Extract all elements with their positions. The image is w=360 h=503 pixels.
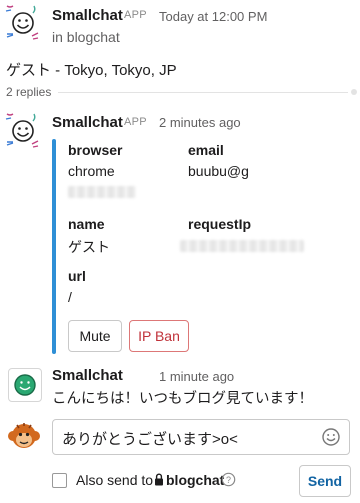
- field-label-browser: browser: [68, 142, 123, 158]
- emoji-icon[interactable]: [321, 427, 341, 452]
- also-send-label[interactable]: Also send to: [76, 472, 153, 488]
- smallchat-app-avatar[interactable]: [4, 4, 40, 40]
- monkey-avatar-icon: [8, 423, 40, 448]
- help-icon[interactable]: ?: [221, 472, 236, 492]
- user-avatar[interactable]: [8, 368, 42, 402]
- channel-context[interactable]: in blogchat: [52, 29, 120, 45]
- field-value-name: ゲスト: [68, 239, 110, 255]
- reply-input[interactable]: ありがとうございます>o<: [52, 419, 350, 455]
- message-timestamp[interactable]: 1 minute ago: [159, 369, 234, 384]
- field-label-name: name: [68, 216, 105, 232]
- reply-input-text[interactable]: ありがとうございます>o<: [62, 428, 238, 449]
- svg-text:?: ?: [226, 475, 231, 485]
- attachment-bar: [52, 139, 56, 354]
- field-label-requestip: requestIp: [188, 216, 252, 232]
- mute-button[interactable]: Mute: [68, 320, 122, 352]
- app-badge: APP: [124, 116, 147, 128]
- thread-divider: [58, 92, 348, 93]
- ip-ban-button[interactable]: IP Ban: [129, 320, 189, 352]
- smiley-face-icon: [14, 374, 36, 396]
- smallchat-app-avatar[interactable]: [4, 112, 40, 148]
- field-value-url: /: [68, 289, 72, 305]
- send-button[interactable]: Send: [299, 465, 351, 497]
- message-text: ゲスト - Tokyo, Tokyo, JP: [6, 62, 177, 79]
- field-value-browser: chrome: [68, 163, 115, 179]
- field-value-email: buubu@g: [188, 163, 249, 179]
- smiley-doodle-icon: [5, 5, 39, 40]
- smiley-doodle-icon: [5, 113, 39, 148]
- replies-count[interactable]: 2 replies: [6, 85, 51, 99]
- also-send-channel[interactable]: blogchat: [166, 472, 224, 488]
- also-send-checkbox[interactable]: [52, 473, 67, 488]
- message-timestamp[interactable]: 2 minutes ago: [159, 115, 241, 130]
- message-timestamp[interactable]: Today at 12:00 PM: [159, 9, 267, 24]
- message-author[interactable]: Smallchat: [52, 367, 123, 384]
- current-user-avatar[interactable]: [6, 419, 42, 455]
- divider-end-dot: [351, 89, 357, 95]
- message-author[interactable]: Smallchat: [52, 7, 123, 24]
- message-text: こんにちは！いつもブログ見ています！: [52, 391, 313, 407]
- field-label-url: url: [68, 268, 86, 284]
- redacted-text: [68, 186, 136, 198]
- redacted-requestip: [180, 240, 304, 252]
- message-author[interactable]: Smallchat: [52, 114, 123, 131]
- lock-icon: [154, 473, 164, 491]
- field-label-email: email: [188, 142, 224, 158]
- app-badge: APP: [124, 9, 147, 21]
